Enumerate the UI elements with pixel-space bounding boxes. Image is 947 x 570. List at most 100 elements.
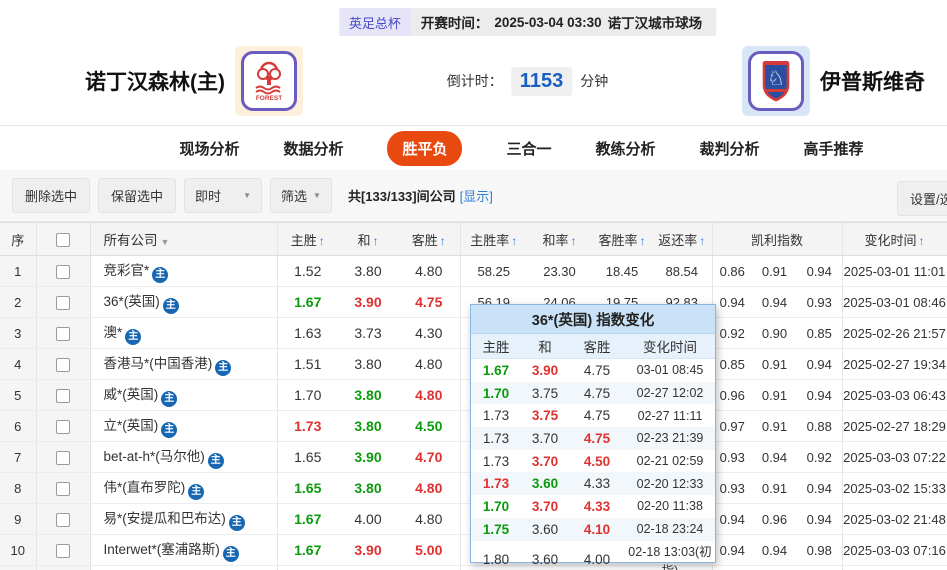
row-checkbox[interactable] (56, 326, 70, 341)
row-checkbox-cell[interactable] (36, 286, 91, 318)
company-cell[interactable]: Interwet*(塞浦路斯) 主 (90, 534, 278, 566)
tab-win-draw-lose[interactable]: 胜平负 (387, 131, 463, 166)
filter-dropdown[interactable]: 筛选 ▼ (270, 178, 332, 213)
odds-away-cell[interactable]: 4.80 (398, 503, 461, 535)
odds-home-cell[interactable]: 1.67 (277, 286, 338, 318)
odds-away-cell[interactable]: 4.80 (398, 472, 461, 504)
popup-odds-value: 1.75 (482, 521, 510, 537)
odds-home-cell[interactable]: 1.63 (277, 317, 338, 349)
odds-away-cell[interactable]: 4.30 (398, 317, 461, 349)
tab-expert-picks[interactable]: 高手推荐 (804, 138, 864, 159)
odds-home-cell[interactable]: 1.73 (277, 410, 338, 442)
popup-change-time: 02-18 23:24 (636, 522, 704, 537)
odds-home-cell[interactable]: 1.65 (277, 472, 338, 504)
odds-home-cell[interactable]: 1.51 (277, 348, 338, 380)
row-checkbox-cell[interactable] (36, 317, 91, 349)
home-team: 诺丁汉森林(主) FOREST (85, 36, 303, 126)
odds-away-cell[interactable]: 4.80 (398, 379, 461, 411)
row-checkbox-cell[interactable] (36, 410, 91, 442)
tab-three-in-one[interactable]: 三合一 (506, 138, 551, 159)
row-checkbox[interactable] (56, 357, 70, 372)
row-index: 2 (0, 286, 37, 318)
company-cell[interactable]: 立*(英国) 主 (90, 410, 278, 442)
row-checkbox[interactable] (56, 295, 70, 310)
popup-change-time: 02-20 11:38 (637, 499, 703, 514)
row-checkbox-cell[interactable] (36, 472, 91, 504)
tab-referee-analysis[interactable]: 裁判分析 (700, 138, 760, 159)
company-cell[interactable]: 伟*(直布罗陀) 主 (90, 472, 278, 504)
row-checkbox[interactable] (56, 450, 70, 465)
popup-history-row: 1.70 3.70 4.33 02-20 11:38 (471, 495, 715, 518)
company-cell[interactable]: bet-at-h*(马尔他) 主 (90, 441, 278, 473)
keep-selected-button[interactable]: 保留选中 (98, 178, 177, 213)
delete-selected-button[interactable]: 删除选中 (12, 178, 91, 213)
row-checkbox-cell[interactable] (36, 379, 91, 411)
popup-change-time: 03-01 08:45 (636, 363, 704, 378)
company-cell[interactable]: 36*(英国) 主 (90, 286, 278, 318)
kelly-cell: 0.97 (712, 410, 752, 442)
show-link[interactable]: [显示] (460, 189, 493, 204)
col-header-home-win[interactable]: 主胜 ↑ (277, 222, 338, 256)
company-cell[interactable]: 易*(安提瓜和巴布达) 主 (90, 503, 278, 535)
odds-draw-cell[interactable]: 4.00 (338, 503, 398, 535)
company-cell[interactable]: 威*(英国) 主 (90, 379, 278, 411)
row-checkbox-cell[interactable] (36, 441, 91, 473)
company-cell[interactable]: 香港马*(中国香港) 主 (90, 348, 278, 380)
change-time-cell: 2025-03-02 15:33 (842, 472, 947, 504)
row-checkbox[interactable] (56, 419, 70, 434)
row-checkbox[interactable] (56, 481, 70, 496)
company-cell[interactable]: 竞彩官* 主 (90, 255, 278, 287)
tab-data-analysis[interactable]: 数据分析 (283, 138, 343, 159)
odds-home-cell[interactable]: 1.65 (277, 441, 338, 473)
row-checkbox-cell[interactable] (36, 348, 91, 380)
select-all-checkbox[interactable] (56, 232, 70, 247)
company-cell[interactable]: 澳* 主 (90, 317, 278, 349)
row-checkbox-cell[interactable] (36, 255, 91, 287)
odds-home-cell[interactable]: 1.70 (277, 379, 338, 411)
odds-home-cell[interactable]: 1.67 (277, 503, 338, 535)
tab-live-analysis[interactable]: 现场分析 (179, 138, 239, 159)
odds-home-cell[interactable]: 1.52 (277, 255, 338, 287)
col-header-index: 序 (0, 222, 37, 256)
main-badge-icon: 主 (161, 391, 178, 407)
odds-draw-cell[interactable]: 3.80 (338, 348, 398, 380)
odds-draw-cell[interactable]: 3.80 (338, 255, 398, 287)
odds-draw-cell[interactable]: 3.90 (338, 534, 398, 566)
col-header-company[interactable]: 所有公司 ▼ (90, 222, 278, 256)
odds-away-cell[interactable]: 4.70 (398, 441, 461, 473)
odds-away-cell[interactable]: 5.00 (398, 534, 461, 566)
col-header-away-win[interactable]: 客胜 ↑ (398, 222, 461, 256)
col-header-draw[interactable]: 和 ↑ (338, 222, 398, 256)
kelly-cell: 0.92 (797, 441, 843, 473)
row-checkbox[interactable] (56, 264, 70, 279)
odds-away-cell[interactable]: 4.50 (398, 410, 461, 442)
svg-text:FOREST: FOREST (256, 95, 282, 101)
popup-odds-value: 4.75 (583, 408, 611, 424)
kelly-cell: 0.85 (712, 348, 752, 380)
odds-draw-cell[interactable]: 3.80 (338, 410, 398, 442)
instant-dropdown[interactable]: 即时 ▼ (184, 178, 263, 213)
settings-select-button[interactable]: 设置/选择 (897, 181, 947, 216)
filter-down-icon: ▼ (160, 237, 170, 247)
col-header-home-rate[interactable]: 主胜率 ↑ (460, 222, 527, 256)
row-checkbox[interactable] (56, 543, 70, 558)
odds-away-cell[interactable]: 4.75 (398, 286, 461, 318)
odds-home-cell[interactable]: 1.67 (277, 534, 338, 566)
odds-draw-cell[interactable]: 3.80 (338, 472, 398, 504)
odds-away-cell[interactable]: 4.80 (398, 348, 461, 380)
select-all-cell[interactable] (36, 222, 91, 256)
col-header-away-rate[interactable]: 客胜率 ↑ (592, 222, 652, 256)
row-checkbox-cell[interactable] (36, 534, 91, 566)
odds-draw-cell[interactable]: 3.90 (338, 286, 398, 318)
col-header-draw-rate[interactable]: 和率 ↑ (527, 222, 592, 256)
odds-draw-cell[interactable]: 3.73 (338, 317, 398, 349)
tab-coach-analysis[interactable]: 教练分析 (596, 138, 656, 159)
row-checkbox[interactable] (56, 512, 70, 527)
odds-away-cell[interactable]: 4.80 (398, 255, 461, 287)
odds-draw-cell[interactable]: 3.90 (338, 441, 398, 473)
col-header-return-rate[interactable]: 返还率 ↑ (652, 222, 713, 256)
odds-draw-cell[interactable]: 3.80 (338, 379, 398, 411)
col-header-change-time[interactable]: 变化时间 ↑ (842, 222, 947, 256)
row-checkbox[interactable] (56, 388, 70, 403)
row-checkbox-cell[interactable] (36, 503, 91, 535)
